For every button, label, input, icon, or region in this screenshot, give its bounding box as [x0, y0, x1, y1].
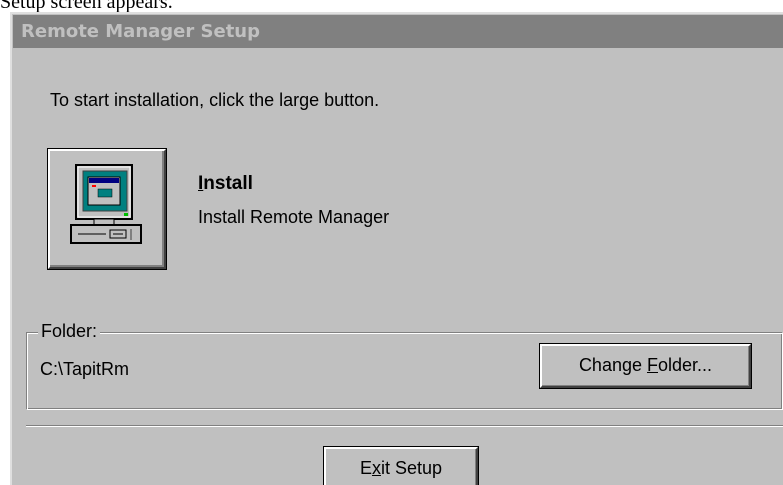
instruction-text: To start installation, click the large b… [50, 90, 380, 110]
change-folder-prefix: Change [578, 355, 647, 375]
folder-label: Folder: [38, 321, 101, 342]
install-description: Install Remote Manager [198, 207, 390, 227]
computer-icon [70, 164, 142, 244]
change-folder-mnemonic: F [647, 355, 658, 375]
exit-setup-prefix: E [359, 458, 372, 478]
install-title: Install [198, 173, 253, 195]
title-bar[interactable]: Remote Manager Setup [13, 15, 783, 48]
change-folder-button[interactable]: Change Folder... [540, 344, 751, 388]
setup-dialog: Remote Manager Setup To start installati… [10, 12, 783, 485]
exit-setup-mnemonic: x [371, 458, 381, 478]
install-title-rest: nstall [203, 173, 253, 194]
separator [26, 425, 783, 427]
exit-setup-button[interactable]: Exit Setup [324, 447, 478, 485]
install-button[interactable] [48, 149, 166, 269]
folder-path: C:\TapitRm [40, 359, 130, 379]
change-folder-suffix: older... [658, 355, 713, 375]
exit-setup-suffix: it Setup [380, 458, 443, 478]
window-title: Remote Manager Setup [21, 21, 261, 42]
